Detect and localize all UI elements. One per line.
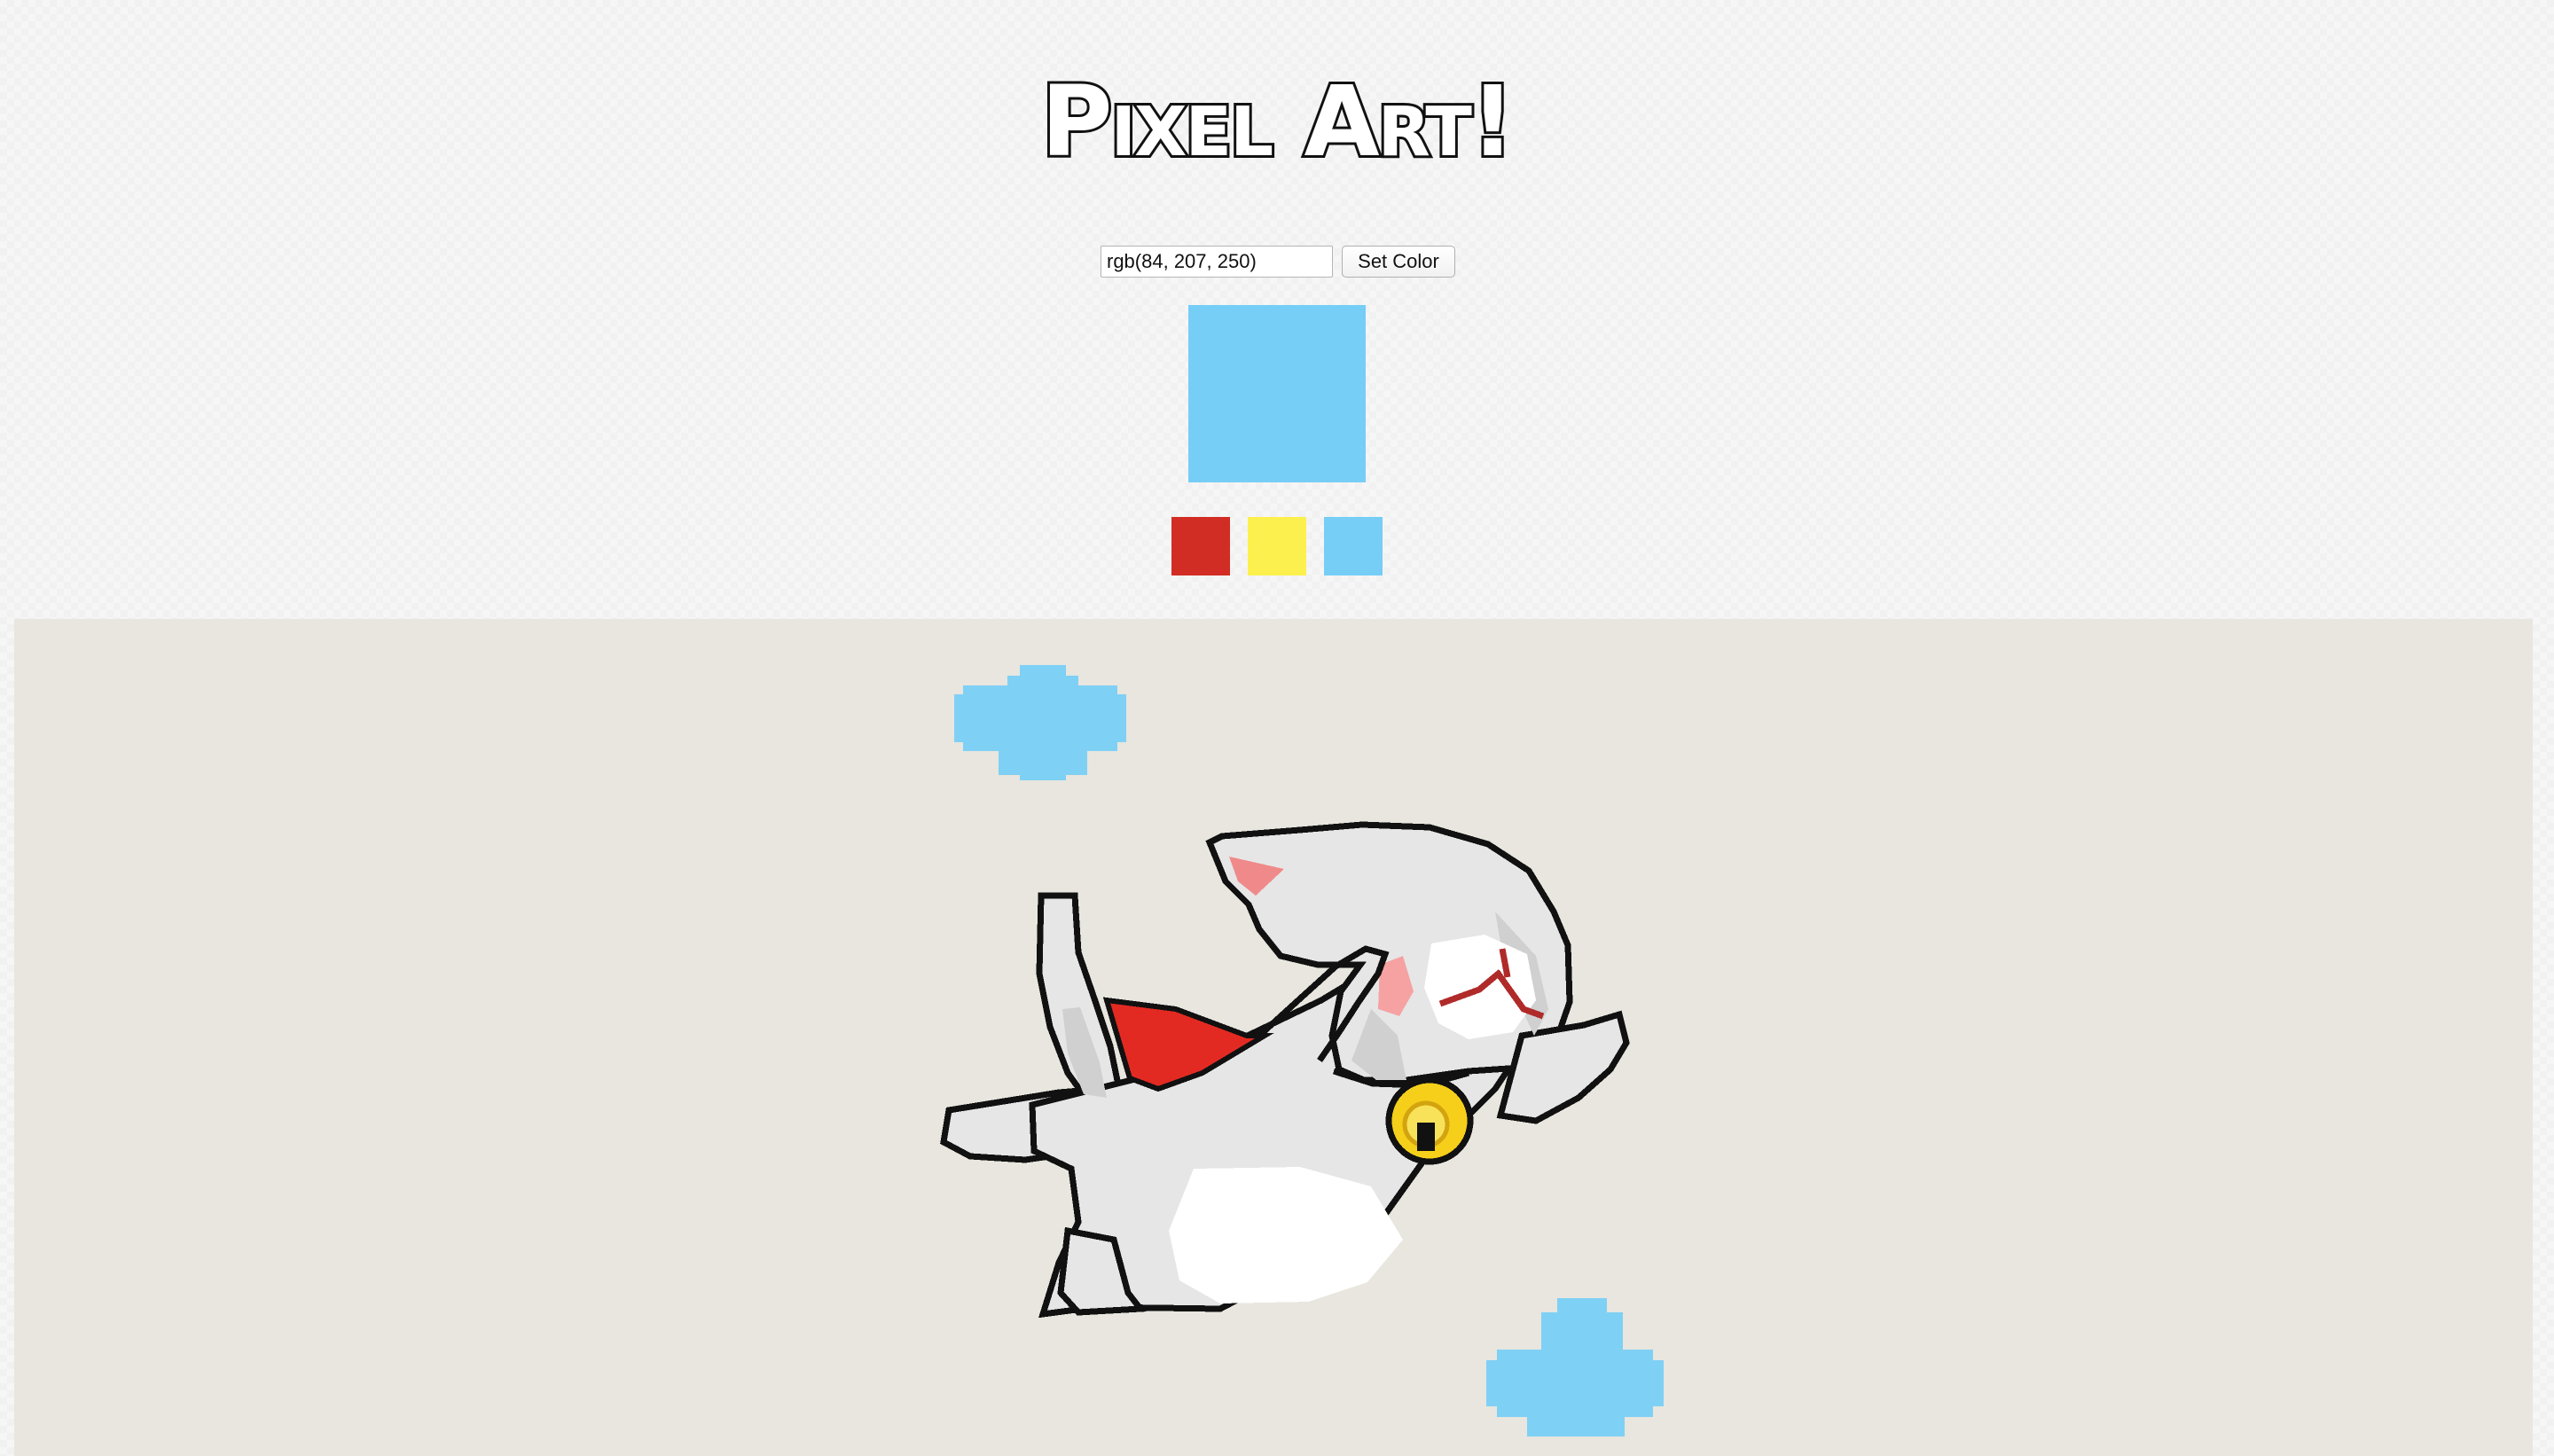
cloud-top-left	[954, 665, 1126, 780]
page-title: Pixel Art!	[1038, 62, 1517, 181]
cloud-bottom-right	[1486, 1298, 1664, 1436]
current-color-preview	[1188, 305, 1366, 482]
color-input[interactable]	[1101, 246, 1333, 278]
pixel-canvas[interactable]	[14, 619, 2533, 1456]
swatch-yellow[interactable]	[1248, 517, 1306, 575]
set-color-button[interactable]: Set Color	[1342, 246, 1455, 278]
swatch-blue[interactable]	[1324, 517, 1383, 575]
color-controls: Set Color	[0, 245, 2554, 278]
pixel-artwork	[940, 665, 1664, 1436]
cat	[940, 821, 1630, 1319]
swatch-red[interactable]	[1171, 517, 1230, 575]
color-palette	[0, 517, 2554, 575]
